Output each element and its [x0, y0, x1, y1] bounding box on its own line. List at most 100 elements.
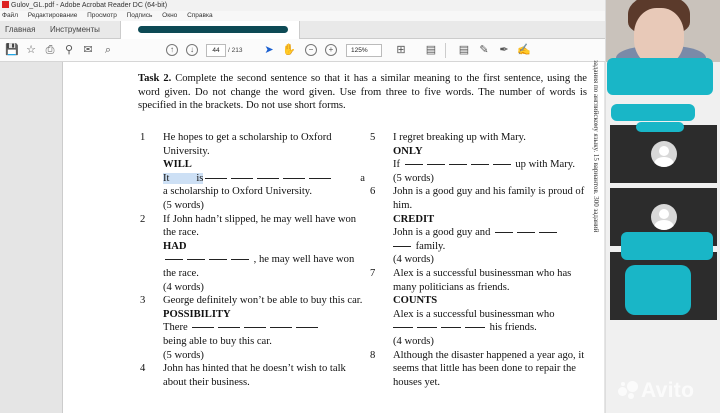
task-label: Task 2. — [138, 73, 172, 84]
item-suffix: , he may well have won the race. — [163, 254, 355, 279]
tab-home[interactable]: Главная — [0, 21, 40, 39]
page-total: / 213 — [228, 47, 243, 54]
item-suffix: up with Mary. — [515, 159, 576, 171]
hand-tool-icon[interactable]: ✋ — [282, 43, 296, 58]
zoom-in-icon[interactable]: + — [325, 44, 337, 56]
redaction-mark — [138, 26, 288, 33]
exercise-item: 5 I regret breaking up with Mary. ONLY I… — [370, 131, 595, 185]
page-number-input[interactable]: 44 — [206, 44, 226, 57]
item-word-count: (5 words) — [163, 349, 204, 361]
avito-watermark: Avito — [618, 379, 694, 403]
avito-logo-icon — [618, 381, 638, 399]
sign-icon[interactable]: ✍ — [517, 43, 531, 58]
acrobat-icon — [2, 1, 9, 8]
toolbar-divider — [445, 43, 446, 58]
item-keyword: POSSIBILITY — [163, 308, 231, 320]
item-sentence: George definitely won’t be able to buy t… — [163, 295, 363, 307]
menu-edit[interactable]: Редактирование — [28, 12, 78, 19]
item-number: 5 — [370, 132, 376, 143]
menu-help[interactable]: Справка — [187, 12, 213, 19]
menu-file[interactable]: Файл — [2, 12, 18, 19]
exercise-item: 1 He hopes to get a scholarship to Oxfor… — [140, 132, 365, 211]
menu-window[interactable]: Окно — [162, 12, 177, 19]
item-number: 8 — [370, 349, 376, 361]
exercise-item: 2 If John hadn’t slipped, he may well ha… — [140, 213, 365, 295]
item-keyword: HAD — [163, 240, 187, 252]
item-word-count: (4 words) — [393, 254, 434, 266]
avatar-icon — [651, 204, 677, 230]
item-word-count: (4 words) — [163, 281, 204, 293]
item-sentence: John is a good guy and his family is pro… — [393, 186, 585, 211]
task-instructions: Task 2. Complete the second sentence so … — [138, 72, 587, 113]
presenter-camera — [606, 0, 720, 62]
select-cursor-icon[interactable]: ➤ — [262, 43, 276, 58]
item-number: 6 — [370, 186, 376, 198]
tab-tools[interactable]: Инструменты — [45, 21, 105, 39]
zoom-level-select[interactable]: 125% — [346, 44, 382, 57]
item-suffix: his friends. — [489, 322, 537, 334]
item-word-count: (5 words) — [393, 172, 434, 184]
redaction-mark — [607, 58, 713, 95]
tab-bar: Главная Инструменты — [0, 21, 605, 39]
save-icon[interactable]: 💾 — [5, 43, 19, 58]
item-keyword: COUNTS — [393, 295, 438, 307]
next-page-icon[interactable]: ↓ — [186, 44, 198, 56]
item-sentence: I regret breaking up with Mary. — [393, 132, 526, 143]
item-number: 3 — [140, 295, 146, 307]
toolbar: 💾 ☆ ⎙ ⚲ ✉ ⌕ ↑ ↓ 44 / 213 ➤ ✋ − + 125% ⊞ … — [0, 39, 605, 62]
menu-sign[interactable]: Подпись — [127, 12, 153, 19]
draw-icon[interactable]: ✒ — [497, 43, 511, 58]
scroll-mode-icon[interactable]: ▤ — [424, 43, 438, 58]
item-sentence: He hopes to get a scholarship to Oxford … — [163, 132, 332, 157]
zoom-out-icon[interactable]: − — [305, 44, 317, 56]
exercise-item: 7 Alex is a successful businessman who h… — [370, 267, 595, 349]
redaction-mark — [621, 232, 713, 260]
fit-page-icon[interactable]: ⊞ — [394, 43, 408, 58]
bookmark-star-icon[interactable]: ☆ — [24, 43, 38, 58]
window-title: Gulov_GL.pdf - Adobe Acrobat Reader DC (… — [11, 2, 168, 9]
item-keyword: CREDIT — [393, 213, 435, 225]
highlight-pen-icon[interactable]: ✎ — [477, 43, 491, 58]
item-number: 2 — [140, 213, 146, 225]
item-suffix: being able to buy this car. — [163, 335, 272, 347]
redaction-mark — [636, 122, 684, 132]
item-keyword: WILL — [163, 159, 192, 171]
item-number: 1 — [140, 132, 146, 143]
item-prefix: It is — [163, 172, 204, 184]
find-text-icon[interactable]: ⌕ — [101, 43, 115, 58]
avatar-icon — [651, 141, 677, 167]
exercise-item: 4 John has hinted that he doesn’t wish t… — [140, 362, 365, 389]
item-number: 7 — [370, 267, 376, 279]
item-prefix: Alex is a successful businessman who — [393, 308, 555, 320]
item-prefix: There — [163, 322, 188, 334]
email-icon[interactable]: ✉ — [81, 43, 95, 58]
comment-icon[interactable]: ▤ — [457, 43, 471, 58]
item-suffix: family. — [415, 240, 446, 252]
exercise-item: 6 John is a good guy and his family is p… — [370, 185, 595, 267]
item-sentence: If John hadn’t slipped, he may well have… — [163, 213, 357, 239]
menu-bar: Файл Редактирование Просмотр Подпись Окн… — [0, 11, 605, 21]
item-suffix: a scholarship to Oxford University. — [163, 186, 313, 198]
participant-tile[interactable] — [610, 125, 717, 183]
item-number: 4 — [140, 363, 146, 375]
item-sentence: Although the disaster happened a year ag… — [393, 349, 585, 388]
task-text: Complete the second sentence so that it … — [138, 73, 587, 112]
redaction-mark — [625, 265, 691, 315]
item-word-count: (5 words) — [163, 199, 204, 211]
exercise-column-right: 5 I regret breaking up with Mary. ONLY I… — [370, 131, 595, 389]
item-keyword: ONLY — [393, 145, 423, 157]
print-icon[interactable]: ⎙ — [43, 43, 57, 58]
prev-page-icon[interactable]: ↑ — [166, 44, 178, 56]
window-title-bar: Gulov_GL.pdf - Adobe Acrobat Reader DC (… — [0, 0, 605, 11]
exercise-item: 3 George definitely won’t be able to buy… — [140, 294, 365, 362]
exercise-item: 8 Although the disaster happened a year … — [370, 349, 595, 390]
menu-view[interactable]: Просмотр — [87, 12, 117, 19]
item-sentence: John has hinted that he doesn’t wish to … — [163, 363, 346, 388]
watermark-text: Avito — [641, 379, 695, 402]
item-prefix: John is a good guy and — [393, 227, 491, 239]
item-word-count: (4 words) — [393, 335, 434, 347]
item-prefix: If — [393, 159, 401, 171]
item-sentence: Alex is a successful businessman who has… — [393, 267, 572, 293]
exercise-column-left: 1 He hopes to get a scholarship to Oxfor… — [140, 131, 365, 389]
search-icon[interactable]: ⚲ — [62, 43, 76, 58]
